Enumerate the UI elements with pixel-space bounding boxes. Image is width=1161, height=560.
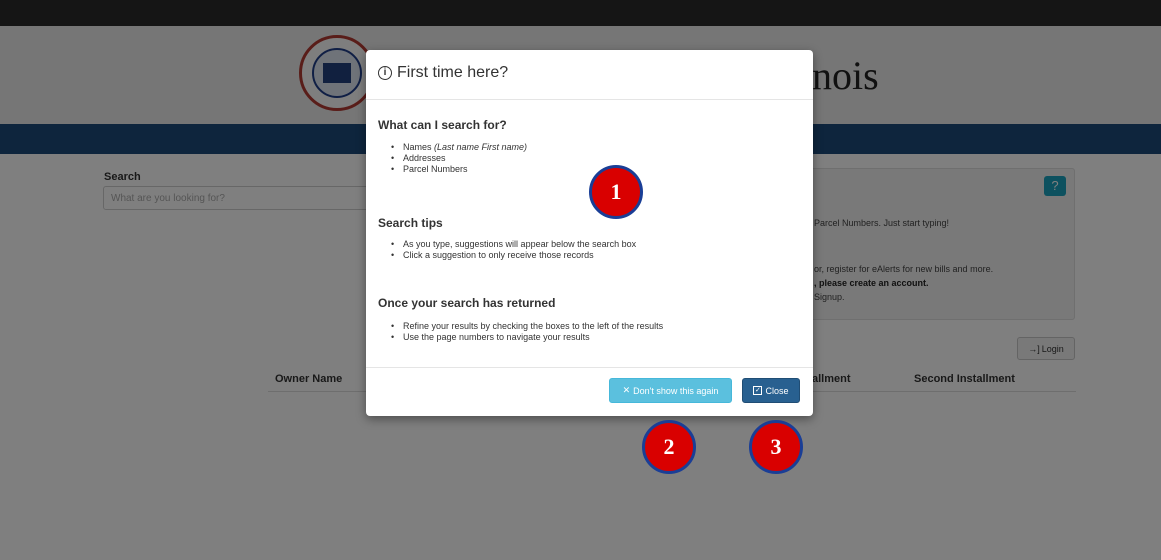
search-for-list: Names (Last name First name) Addresses P…: [391, 142, 527, 175]
dont-show-again-label: Don't show this again: [633, 385, 719, 396]
list-item: Addresses: [391, 153, 527, 164]
modal-header: i First time here?: [366, 50, 813, 100]
close-button[interactable]: ✓ Close: [742, 378, 800, 403]
list-item: Click a suggestion to only receive those…: [391, 250, 636, 261]
close-label: Close: [765, 385, 789, 396]
close-icon: ✕: [622, 385, 631, 395]
section-heading-search-for: What can I search for?: [378, 118, 507, 132]
search-returned-list: Refine your results by checking the boxe…: [391, 321, 663, 343]
callout-badge-1: 1: [589, 165, 643, 219]
list-item: Parcel Numbers: [391, 164, 527, 175]
modal-title-text: First time here?: [397, 64, 509, 81]
list-item: Use the page numbers to navigate your re…: [391, 332, 663, 343]
callout-badge-3: 3: [749, 420, 803, 474]
modal-title: i First time here?: [378, 64, 508, 82]
section-heading-search-returned: Once your search has returned: [378, 296, 556, 310]
callout-badge-2: 2: [642, 420, 696, 474]
search-tips-list: As you type, suggestions will appear bel…: [391, 239, 636, 261]
list-item: Names (Last name First name): [391, 142, 527, 153]
checkbox-icon: ✓: [753, 386, 763, 395]
section-heading-search-tips: Search tips: [378, 216, 443, 230]
list-item: Refine your results by checking the boxe…: [391, 321, 663, 332]
dont-show-again-button[interactable]: ✕ Don't show this again: [609, 378, 732, 403]
first-time-modal: i First time here? What can I search for…: [366, 50, 813, 416]
list-item: As you type, suggestions will appear bel…: [391, 239, 636, 250]
info-circle-icon: i: [378, 66, 392, 80]
